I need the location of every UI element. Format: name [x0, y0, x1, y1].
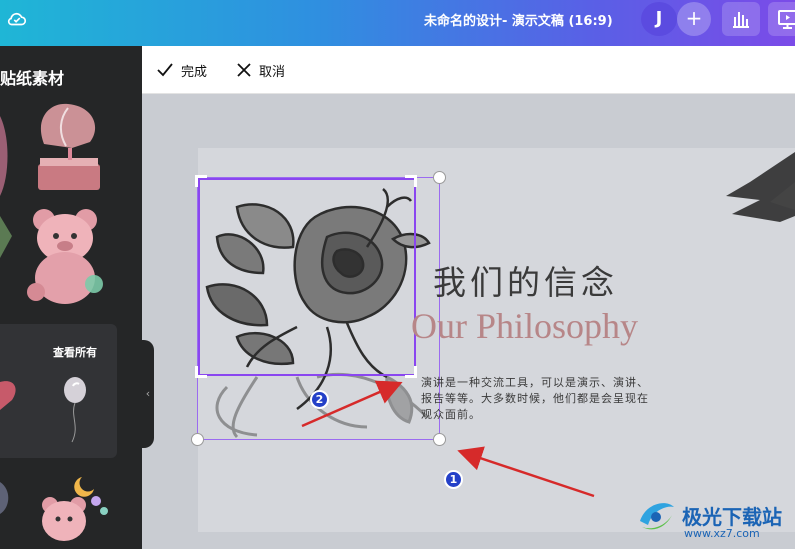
watermark-url: www.xz7.com	[684, 527, 760, 540]
annotation-badge-2: 2	[310, 390, 329, 409]
watermark-name: 极光下载站	[682, 504, 782, 529]
annotation-arrows	[301, 380, 595, 498]
annotation-badge-1: 1	[444, 470, 463, 489]
arrow-to-bottom-right-handle	[457, 446, 595, 498]
watermark-logo-icon	[640, 503, 674, 530]
